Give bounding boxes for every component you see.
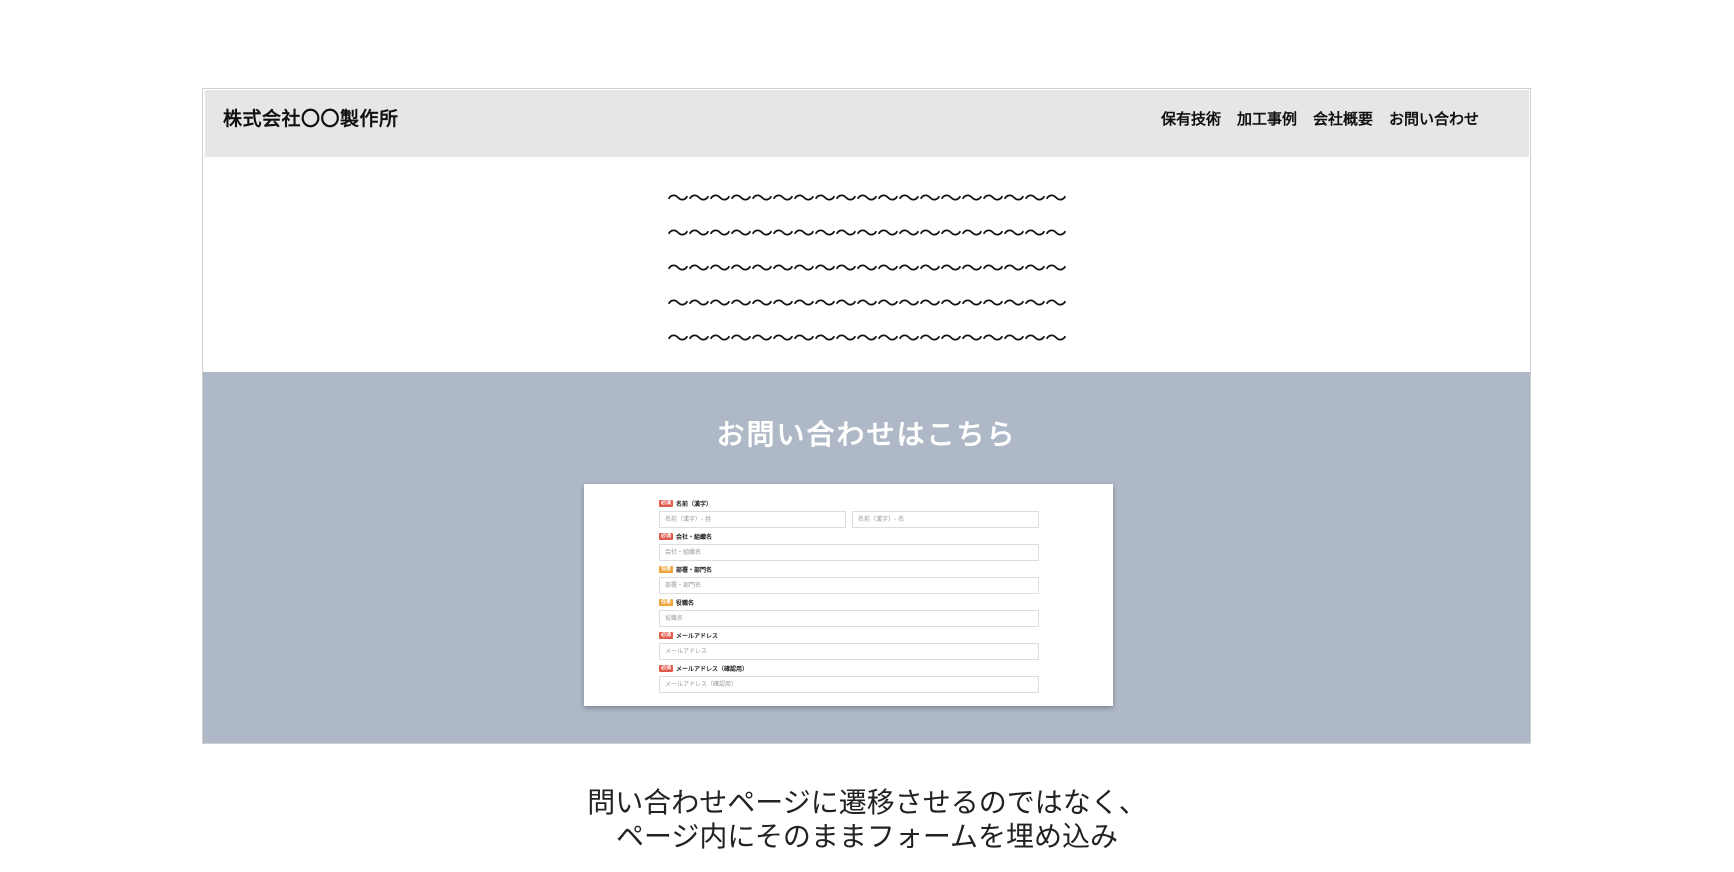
optional-badge: 任意 — [659, 598, 674, 606]
global-nav: 保有技術 加工事例 会社概要 お問い合わせ — [1161, 108, 1479, 129]
first-name-input[interactable] — [852, 511, 1039, 528]
last-name-input[interactable] — [659, 511, 846, 528]
form-row-department: 任意 部署・部門名 — [659, 564, 1039, 597]
required-badge: 必須 — [659, 532, 674, 540]
hero-text-block: 〜〜〜〜〜〜〜〜〜〜〜〜〜〜〜〜〜〜〜 〜〜〜〜〜〜〜〜〜〜〜〜〜〜〜〜〜〜〜 … — [203, 157, 1530, 372]
required-badge: 必須 — [659, 664, 674, 672]
site-header: 株式会社〇〇製作所 保有技術 加工事例 会社概要 お問い合わせ — [205, 90, 1529, 157]
field-label: 部署・部門名 — [676, 566, 713, 574]
field-label: 名前（漢字） — [676, 500, 713, 508]
hero-placeholder-line: 〜〜〜〜〜〜〜〜〜〜〜〜〜〜〜〜〜〜〜 — [666, 257, 1067, 282]
field-label: 会社・組織名 — [676, 533, 713, 541]
department-input[interactable] — [659, 577, 1039, 594]
form-row-company: 必須 会社・組織名 — [659, 531, 1039, 564]
nav-item-company[interactable]: 会社概要 — [1313, 108, 1373, 129]
hero-placeholder-line: 〜〜〜〜〜〜〜〜〜〜〜〜〜〜〜〜〜〜〜 — [666, 327, 1067, 352]
field-label: メールアドレス — [676, 632, 719, 640]
position-input[interactable] — [659, 610, 1039, 627]
embedded-contact-form: 必須 名前（漢字） 必須 会社・組織名 — [584, 484, 1113, 706]
hero-placeholder-line: 〜〜〜〜〜〜〜〜〜〜〜〜〜〜〜〜〜〜〜 — [666, 292, 1067, 317]
optional-badge: 任意 — [659, 565, 674, 573]
form-row-name: 必須 名前（漢字） — [659, 498, 1039, 531]
form-row-position: 任意 役職名 — [659, 597, 1039, 630]
nav-item-cases[interactable]: 加工事例 — [1237, 108, 1297, 129]
form-row-email: 必須 メールアドレス — [659, 630, 1039, 663]
site-logo[interactable]: 株式会社〇〇製作所 — [223, 104, 399, 131]
hero-placeholder-line: 〜〜〜〜〜〜〜〜〜〜〜〜〜〜〜〜〜〜〜 — [666, 187, 1067, 212]
caption: 問い合わせページに遷移させるのではなく、 ページ内にそのままフォームを埋め込み — [0, 786, 1734, 854]
required-badge: 必須 — [659, 631, 674, 639]
hero-placeholder-line: 〜〜〜〜〜〜〜〜〜〜〜〜〜〜〜〜〜〜〜 — [666, 222, 1067, 247]
caption-line: ページ内にそのままフォームを埋め込み — [615, 820, 1119, 853]
contact-heading: お問い合わせはこちら — [716, 418, 1017, 451]
nav-item-technology[interactable]: 保有技術 — [1161, 108, 1221, 129]
contact-section: お問い合わせはこちら 必須 名前（漢字） 必須 会社・組織名 — [203, 372, 1530, 743]
form-row-email-confirm: 必須 メールアドレス（確認用） — [659, 663, 1039, 696]
field-label: 役職名 — [676, 599, 695, 607]
email-input[interactable] — [659, 643, 1039, 660]
company-input[interactable] — [659, 544, 1039, 561]
field-label: メールアドレス（確認用） — [676, 665, 749, 673]
caption-line: 問い合わせページに遷移させるのではなく、 — [587, 786, 1147, 819]
website-mockup: 株式会社〇〇製作所 保有技術 加工事例 会社概要 お問い合わせ 〜〜〜〜〜〜〜〜… — [202, 88, 1531, 744]
nav-item-contact[interactable]: お問い合わせ — [1389, 108, 1479, 129]
required-badge: 必須 — [659, 499, 674, 507]
email-confirm-input[interactable] — [659, 676, 1039, 693]
